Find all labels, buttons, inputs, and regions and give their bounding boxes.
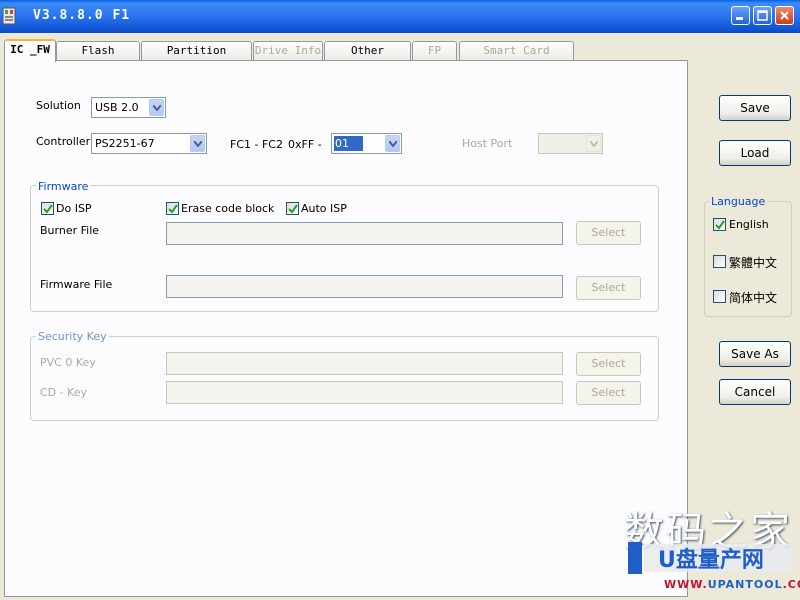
button-label: Cancel: [734, 385, 776, 399]
security-key-group-title: Security Key: [36, 330, 109, 343]
tab-partition-setting[interactable]: Partition Setting: [141, 41, 252, 75]
erase-code-block-label: Erase code block: [181, 202, 275, 215]
chevron-down-icon: [389, 141, 397, 147]
firmware-select-button[interactable]: Select: [576, 276, 641, 300]
watermark-site-prefix: WWW.: [664, 578, 708, 591]
tab-label: FP: [427, 44, 442, 57]
button-label: Save: [740, 101, 770, 115]
dropdown-button[interactable]: [586, 135, 601, 152]
burner-file-input[interactable]: [166, 222, 563, 245]
watermark-site-suffix: .COM: [782, 578, 800, 591]
title-bar[interactable]: V3.8.8.0 F1: [0, 0, 800, 33]
controller-select[interactable]: PS2251-67: [91, 133, 207, 154]
firmware-file-label: Firmware File: [40, 278, 113, 291]
chevron-down-icon: [153, 105, 161, 111]
button-label: Select: [591, 386, 626, 399]
button-label: Load: [740, 146, 770, 160]
window-title: V3.8.8.0 F1: [33, 8, 131, 23]
host-port-select[interactable]: [538, 133, 603, 154]
solution-label: Solution: [36, 99, 81, 112]
app-icon: [2, 7, 16, 25]
cancel-button[interactable]: Cancel: [719, 379, 791, 405]
save-button[interactable]: Save: [719, 95, 791, 121]
language-group-title: Language: [709, 195, 768, 208]
button-label: Select: [591, 357, 626, 370]
minimize-icon: [736, 17, 743, 20]
solution-select[interactable]: USB 2.0: [91, 97, 166, 118]
tab-fp[interactable]: FP: [412, 41, 457, 60]
host-port-label: Host Port: [462, 137, 513, 150]
tab-drive-info[interactable]: Drive Info: [253, 41, 323, 60]
do-isp-checkbox[interactable]: [41, 202, 54, 215]
check-icon: [288, 204, 298, 214]
tab-flash-setting[interactable]: Flash Setting: [56, 41, 140, 75]
lang-simplified-checkbox[interactable]: [713, 290, 726, 303]
ic-fw-panel: Solution USB 2.0 Controller PS2251-67 FC…: [4, 60, 688, 597]
burner-select-button[interactable]: Select: [576, 221, 641, 245]
pvc-key-label: PVC 0 Key: [40, 356, 96, 369]
watermark-site-name: UPANTOOL: [707, 578, 783, 591]
fc-value-select[interactable]: 01: [331, 133, 402, 154]
lang-english-checkbox[interactable]: [713, 218, 726, 231]
lang-traditional-checkbox[interactable]: [713, 255, 726, 268]
burner-file-label: Burner File: [40, 224, 100, 237]
check-icon: [43, 204, 53, 214]
load-button[interactable]: Load: [719, 140, 791, 166]
watermark-bar-text: U盘量产网: [658, 547, 764, 573]
auto-isp-checkbox[interactable]: [286, 202, 299, 215]
cd-key-input[interactable]: [166, 381, 563, 404]
pvc-select-button[interactable]: Select: [576, 352, 641, 376]
button-label: Select: [591, 226, 626, 239]
maximize-icon: [757, 10, 768, 21]
erase-code-block-checkbox[interactable]: [166, 202, 179, 215]
cd-select-button[interactable]: Select: [576, 381, 641, 405]
button-label: Select: [591, 281, 626, 294]
tab-smart-card-setting[interactable]: Smart Card Setting: [459, 41, 574, 75]
pvc-key-input[interactable]: [166, 352, 563, 375]
watermark-logo: U盘量产网: [628, 542, 794, 574]
tab-other-setting[interactable]: Other Setting: [324, 41, 411, 75]
dropdown-button[interactable]: [149, 99, 164, 116]
tab-label: Drive Info: [254, 44, 322, 57]
security-key-group: [30, 336, 659, 421]
firmware-file-input[interactable]: [166, 275, 563, 298]
check-icon: [715, 220, 725, 230]
do-isp-label: Do ISP: [56, 202, 92, 215]
minimize-button[interactable]: [731, 6, 750, 25]
close-icon: [780, 11, 789, 20]
chevron-down-icon: [194, 141, 202, 147]
auto-isp-label: Auto ISP: [301, 202, 347, 215]
tab-ic-fw[interactable]: IC _FW: [4, 39, 56, 62]
lang-traditional-label: 繁體中文: [729, 256, 778, 270]
tab-label: IC _FW: [10, 43, 50, 56]
fc-label: FC1 - FC2: [230, 138, 283, 151]
button-label: Save As: [731, 347, 779, 361]
solution-value: USB 2.0: [95, 101, 139, 114]
fc-value: 01: [334, 136, 363, 151]
save-as-button[interactable]: Save As: [719, 341, 791, 367]
firmware-group-title: Firmware: [36, 180, 91, 193]
chevron-down-icon: [590, 141, 598, 147]
close-button[interactable]: [775, 6, 794, 25]
controller-label: Controller: [36, 135, 91, 148]
lang-english-label: English: [729, 218, 769, 231]
watermark-site: WWW.UPANTOOL.COM: [664, 578, 800, 591]
dropdown-button[interactable]: [190, 135, 205, 152]
check-icon: [168, 204, 178, 214]
maximize-button[interactable]: [753, 6, 772, 25]
controller-value: PS2251-67: [95, 137, 155, 150]
cd-key-label: CD - Key: [40, 386, 88, 399]
lang-simplified-label: 简体中文: [729, 291, 778, 305]
dropdown-button[interactable]: [385, 135, 400, 152]
fc-prefix-label: 0xFF -: [288, 138, 322, 151]
